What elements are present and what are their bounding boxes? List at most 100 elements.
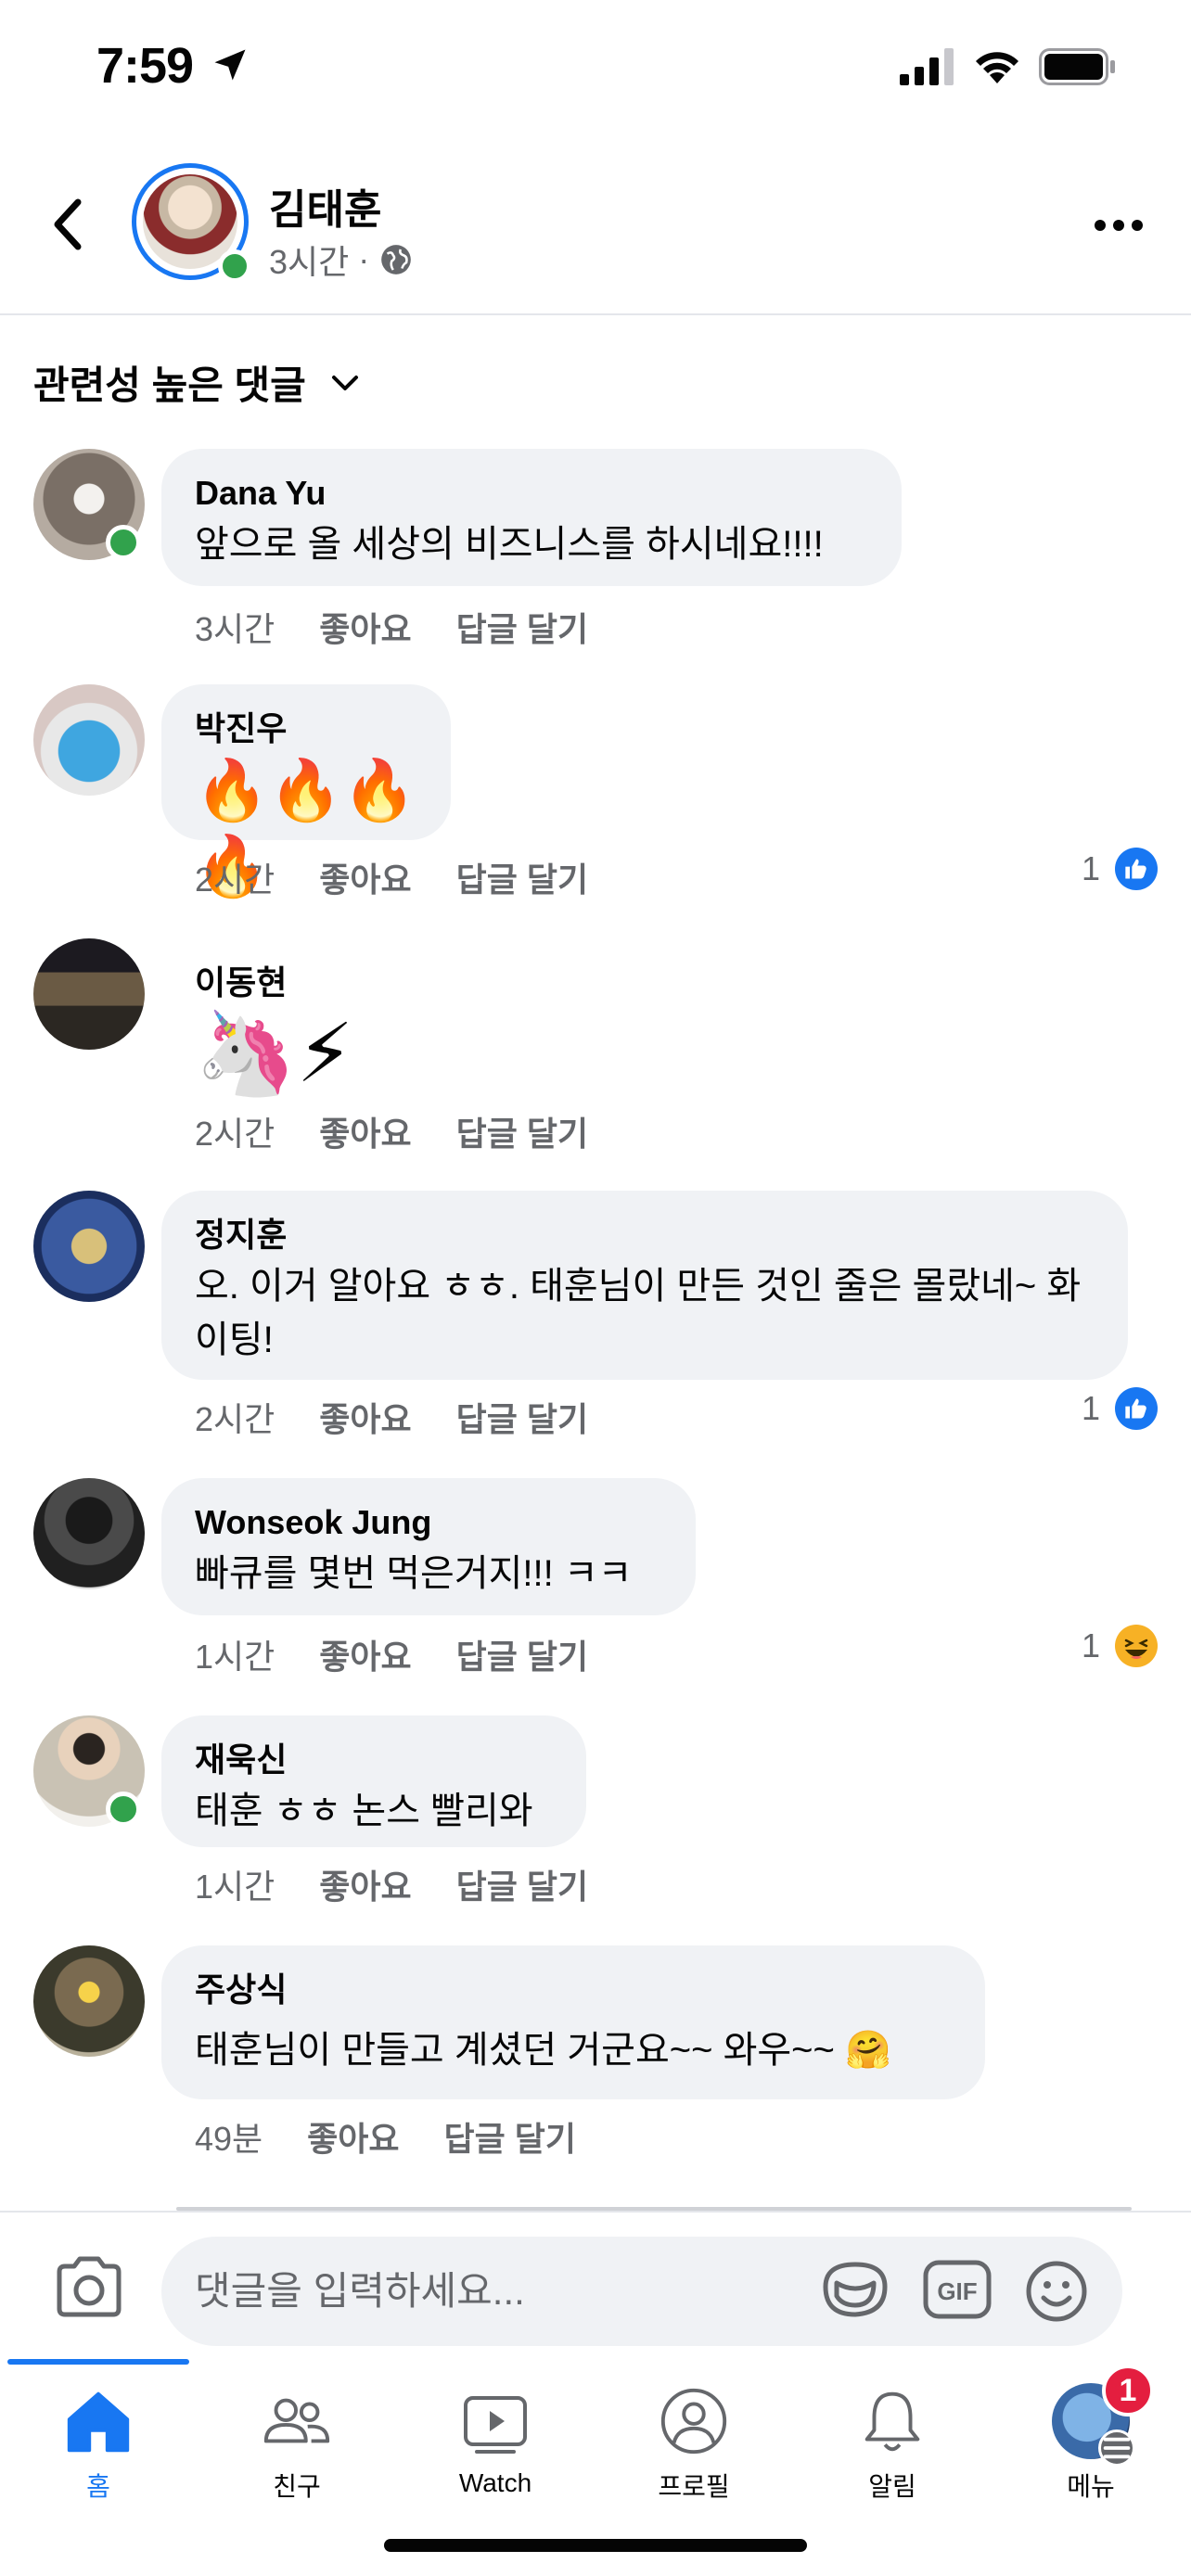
comment-text: 앞으로 올 세상의 비즈니스를 하시네요!!!! [195,524,824,565]
comment-text: 태훈 ㅎㅎ 논스 빨리와 [195,1791,533,1831]
comment-author[interactable]: 주상식 [195,1970,952,2010]
like-button[interactable]: 좋아요 [319,1630,411,1678]
comment-author[interactable]: 정지훈 [195,1215,1095,1256]
online-indicator [106,1792,141,1827]
comment-bubble[interactable]: 이동현 🦄⚡ [161,938,440,1100]
status-bar: 7:59 [0,0,1191,139]
online-indicator [106,525,141,560]
comment-author[interactable]: 박진우 [195,708,417,749]
comment-bubble[interactable]: 정지훈 오. 이거 알아요 ㅎㅎ. 태훈님이 만든 것인 줄은 몰랐네~ 화이팅… [161,1191,1128,1380]
like-button[interactable]: 좋아요 [319,603,411,651]
more-options-button[interactable] [1095,211,1159,239]
hamburger-icon [1098,2429,1135,2467]
comment-time: 1시간 [195,1868,275,1906]
reaction-summary[interactable]: 1 [1082,1387,1159,1430]
status-time: 7:59 [96,38,194,94]
watch-icon [464,2396,527,2454]
comment-actions: 2시간 좋아요 답글 달기 [195,853,588,901]
comment-composer: GIF [0,2211,1191,2359]
comment-time: 2시간 [195,861,275,899]
reply-button[interactable]: 답글 달기 [456,1860,588,1908]
post-header: 김태훈 3시간 · [0,139,1191,315]
tab-profile[interactable]: 프로필 [601,2383,787,2504]
tab-label: 알림 [868,2472,916,2501]
comment-sort-dropdown[interactable]: 관련성 높은 댓글 [33,354,360,411]
back-arrow-icon[interactable] [41,187,96,261]
comment-bubble[interactable]: 재욱신 태훈 ㅎㅎ 논스 빨리와 [161,1715,586,1847]
wifi-icon [976,52,1018,83]
tab-label: 홈 [86,2472,110,2501]
online-indicator [218,249,251,283]
menu-avatar: 1 [1052,2365,1154,2467]
tab-home[interactable]: 홈 [6,2383,191,2504]
avatar[interactable] [33,684,145,796]
tab-menu[interactable]: 1 메뉴 [998,2365,1184,2504]
reaction-count: 1 [1082,1626,1101,1664]
sticker-icon[interactable] [820,2259,890,2320]
like-reaction-icon [1115,1387,1159,1430]
chevron-down-icon [331,375,358,390]
comment-actions: 2시간 좋아요 답글 달기 [195,1393,588,1441]
avatar[interactable] [33,1478,145,1589]
comment-author[interactable]: 이동현 [195,963,406,1003]
comment-author[interactable]: Wonseok Jung [195,1502,662,1543]
reaction-count: 1 [1082,849,1101,887]
reply-button[interactable]: 답글 달기 [456,1630,588,1678]
comment-bubble[interactable]: 주상식 태훈님이 만들고 계셨던 거군요~~ 와우~~ 🤗 [161,1945,985,2099]
tab-friends[interactable]: 친구 [204,2383,390,2504]
avatar[interactable] [33,1191,145,1302]
post-time: 3시간 [269,243,350,281]
emoji-icon[interactable] [1024,2259,1089,2324]
more-dot-icon [1095,220,1106,231]
post-author-avatar[interactable] [132,163,251,283]
reply-button[interactable]: 답글 달기 [456,1393,588,1441]
svg-text:GIF: GIF [937,2277,977,2305]
comment-bubble[interactable]: Wonseok Jung 빠큐를 몇번 먹은거지!!! ㅋㅋ [161,1478,696,1615]
comment-actions: 2시간 좋아요 답글 달기 [195,1107,588,1155]
post-author-name[interactable]: 김태훈 [269,176,381,236]
sort-label: 관련성 높은 댓글 [33,363,306,407]
comment-time: 1시간 [195,1638,275,1676]
reaction-summary[interactable]: 1 [1082,848,1159,890]
comment-text: 🦄⚡ [195,1005,354,1101]
comment-bubble[interactable]: 박진우 🔥🔥🔥🔥 [161,684,451,901]
like-button[interactable]: 좋아요 [307,2112,399,2161]
battery-icon [1039,48,1115,85]
meta-separator: · [358,240,370,278]
tab-label: 프로필 [658,2472,730,2501]
reply-button[interactable]: 답글 달기 [444,2112,576,2161]
comment-actions: 1시간 좋아요 답글 달기 [195,1860,588,1908]
comment-author[interactable]: Dana Yu [195,473,868,514]
post-meta: 3시간 · [269,236,414,284]
avatar[interactable] [33,938,145,1050]
friends-icon [263,2398,330,2443]
like-button[interactable]: 좋아요 [319,1860,411,1908]
like-button[interactable]: 좋아요 [319,1107,411,1155]
comment-actions: 49분 좋아요 답글 달기 [195,2112,576,2161]
reply-button[interactable]: 답글 달기 [456,603,588,651]
tab-label: 친구 [273,2472,321,2501]
globe-icon [381,245,412,274]
more-dot-icon [1132,220,1143,231]
more-dot-icon [1113,220,1124,231]
reaction-summary[interactable]: 1 [1082,1625,1159,1667]
avatar[interactable] [33,1945,145,2057]
home-indicator[interactable] [384,2539,807,2552]
haha-reaction-icon [1115,1625,1159,1667]
tab-watch[interactable]: Watch [403,2383,588,2504]
profile-icon [660,2388,727,2455]
comment-text: 태훈님이 만들고 계셨던 거군요~~ 와우~~ 🤗 [195,2030,891,2071]
comment-actions: 3시간 좋아요 답글 달기 [195,603,588,651]
comment-time: 2시간 [195,1115,275,1153]
camera-icon[interactable] [54,2255,124,2318]
like-button[interactable]: 좋아요 [319,853,411,901]
like-button[interactable]: 좋아요 [319,1393,411,1441]
gif-icon[interactable]: GIF [922,2259,992,2320]
reply-button[interactable]: 답글 달기 [456,853,588,901]
comment-time: 49분 [195,2120,263,2158]
comment-author[interactable]: 재욱신 [195,1740,553,1780]
tab-notifications[interactable]: 알림 [800,2383,985,2504]
comment-bubble[interactable]: Dana Yu 앞으로 올 세상의 비즈니스를 하시네요!!!! [161,449,902,586]
reply-button[interactable]: 답글 달기 [456,1107,588,1155]
active-tab-indicator [7,2359,189,2365]
